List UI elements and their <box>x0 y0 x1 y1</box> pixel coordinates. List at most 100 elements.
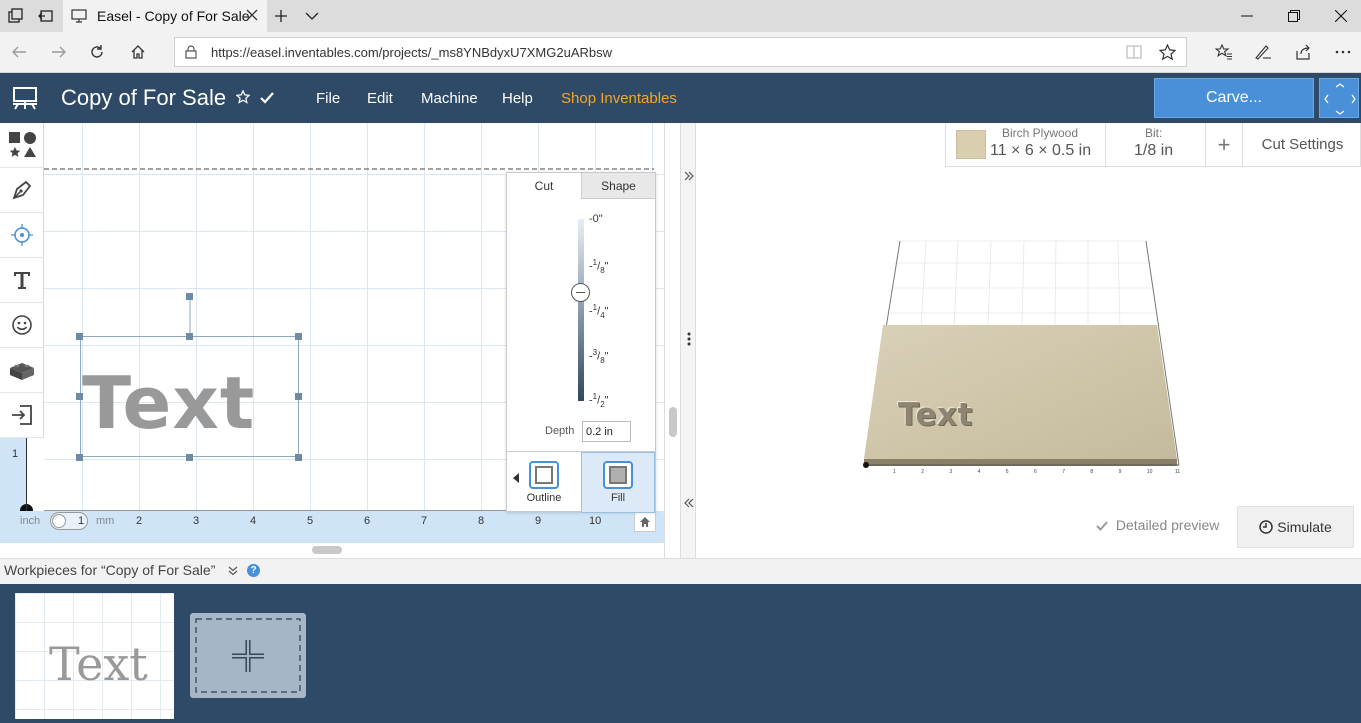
material-top <box>864 325 1177 459</box>
collapse-left-icon[interactable] <box>684 498 694 508</box>
forward-icon[interactable] <box>41 36 77 68</box>
bit-label: Bit: <box>1145 126 1163 140</box>
pen-notes-icon[interactable] <box>1245 36 1281 68</box>
shapes-icon <box>5 128 39 162</box>
check-icon <box>1096 521 1108 531</box>
fill-icon <box>603 461 633 489</box>
close-tab-icon[interactable] <box>245 8 259 22</box>
ruler-number: 8 <box>478 515 485 527</box>
outline-option[interactable]: Outline <box>507 452 581 513</box>
ruler-number: 6 <box>364 515 371 527</box>
fill-option[interactable]: Fill <box>581 452 655 513</box>
browser-tab-active[interactable]: Easel - Copy of For Sale <box>63 0 267 32</box>
back-icon[interactable] <box>1 36 37 68</box>
minimize-icon[interactable] <box>1224 0 1270 32</box>
url-field[interactable]: https://easel.inventables.com/projects/_… <box>174 37 1187 67</box>
workpiece-thumbnail[interactable]: Text <box>15 593 174 719</box>
restore-icon[interactable] <box>1271 0 1317 32</box>
workpieces-label[interactable]: Workpieces for “Copy of For Sale” <box>4 562 215 578</box>
simulate-button[interactable]: Simulate <box>1237 506 1354 548</box>
import-icon <box>10 403 34 427</box>
horizontal-scrollbar[interactable] <box>0 543 680 558</box>
expand-preview-button[interactable] <box>1319 78 1359 118</box>
url-text: https://easel.inventables.com/projects/_… <box>211 44 613 60</box>
detailed-preview-toggle[interactable]: Detailed preview <box>1096 517 1219 533</box>
import-tool[interactable] <box>0 393 43 438</box>
unit-toggle[interactable]: 1 <box>50 512 88 530</box>
add-bit-button[interactable]: + <box>1206 123 1243 166</box>
menu-help[interactable]: Help <box>502 90 533 107</box>
vertical-ruler-label: 1 <box>12 448 19 460</box>
unit-inch-label[interactable]: inch <box>20 515 40 527</box>
3d-preview[interactable]: 1 2 3 4 5 6 7 8 9 10 11 <box>696 123 1361 558</box>
share-icon[interactable] <box>1285 36 1321 68</box>
cut-settings-button[interactable]: Cut Settings <box>1243 123 1361 166</box>
carve-button[interactable]: Carve... <box>1154 78 1314 118</box>
tab-shape[interactable]: Shape <box>581 173 655 199</box>
easel-logo-icon[interactable] <box>12 86 38 110</box>
tab-actions-icon[interactable] <box>0 0 30 32</box>
preview-axis-number: 2 <box>921 469 924 475</box>
add-workpiece-button[interactable] <box>190 613 306 698</box>
emoji-tool[interactable] <box>0 303 43 348</box>
new-tab-icon[interactable] <box>266 0 296 32</box>
set-tabs-aside-icon[interactable] <box>31 0 61 32</box>
unit-toggle-knob[interactable] <box>52 514 66 528</box>
vertical-scrollbar[interactable] <box>664 123 680 558</box>
ruler-number: 5 <box>307 515 314 527</box>
cut-settings-panel: Cut Shape -0" -1/8" -1/4" -3/8" -1/2" De… <box>506 172 656 513</box>
collapse-right-icon[interactable] <box>684 171 694 181</box>
workpieces-bar: Workpieces for “Copy of For Sale” ? <box>0 558 1361 584</box>
favorite-star-icon[interactable] <box>1159 44 1176 61</box>
minus-icon <box>576 291 585 293</box>
depth-input[interactable]: 0.2 in <box>582 421 631 442</box>
horizontal-scroll-thumb[interactable] <box>312 546 342 554</box>
outline-label: Outline <box>526 492 562 504</box>
ruler-number: 9 <box>535 515 542 527</box>
app-header: Copy of For Sale File Edit Machine Help … <box>0 73 1361 123</box>
vertical-scroll-thumb[interactable] <box>669 407 677 437</box>
close-window-icon[interactable] <box>1318 0 1361 32</box>
material-size: 11 × 6 × 0.5 in <box>990 142 1092 159</box>
tab-cut[interactable]: Cut <box>507 173 581 199</box>
home-icon[interactable] <box>120 36 156 68</box>
reading-view-icon[interactable] <box>1126 45 1142 59</box>
text-tool[interactable] <box>0 258 43 303</box>
horizontal-ruler: inch 1 mm 2 3 4 5 6 7 8 9 10 <box>0 511 667 543</box>
help-icon[interactable]: ? <box>247 564 260 577</box>
unit-mm-label[interactable]: mm <box>96 515 114 527</box>
ruler-number: 3 <box>193 515 200 527</box>
star-icon[interactable] <box>236 90 251 104</box>
outline-icon <box>529 461 559 489</box>
menu-file[interactable]: File <box>316 90 340 107</box>
menu-machine[interactable]: Machine <box>421 90 478 107</box>
carved-text-preview: Text <box>898 397 973 433</box>
material-selector[interactable]: Birch Plywood 11 × 6 × 0.5 in <box>946 123 1106 166</box>
text-icon <box>11 269 33 291</box>
depth-slider-track[interactable] <box>578 219 584 401</box>
shapes-tool[interactable] <box>0 123 43 168</box>
panel-divider[interactable] <box>680 123 696 558</box>
zoom-home-button[interactable] <box>634 512 656 532</box>
point-tool[interactable] <box>0 213 43 258</box>
home-icon <box>639 516 651 528</box>
apps-tool[interactable] <box>0 348 43 393</box>
more-options-icon[interactable] <box>1325 36 1361 68</box>
bit-selector[interactable]: Bit: 1/8 in <box>1106 123 1206 166</box>
pen-tool[interactable] <box>0 168 43 213</box>
menu-shop-inventables[interactable]: Shop Inventables <box>561 90 677 107</box>
chevron-down-icon[interactable] <box>297 0 327 32</box>
tool-sidebar <box>0 123 44 438</box>
preview-panel: 1 2 3 4 5 6 7 8 9 10 11 Text <box>696 123 1361 558</box>
refresh-icon[interactable] <box>79 36 115 68</box>
project-title[interactable]: Copy of For Sale <box>61 85 226 110</box>
menu-edit[interactable]: Edit <box>367 90 393 107</box>
double-chevron-down-icon[interactable] <box>228 566 238 576</box>
depth-label: Depth <box>545 425 575 437</box>
project-title-area: Copy of For Sale <box>61 85 275 111</box>
drag-handle-icon[interactable] <box>687 332 691 346</box>
preview-axis-number: 5 <box>1006 469 1009 475</box>
favorites-hub-icon[interactable] <box>1206 36 1242 68</box>
depth-slider-thumb[interactable] <box>571 282 590 302</box>
text-design-object[interactable]: Text <box>80 336 299 457</box>
